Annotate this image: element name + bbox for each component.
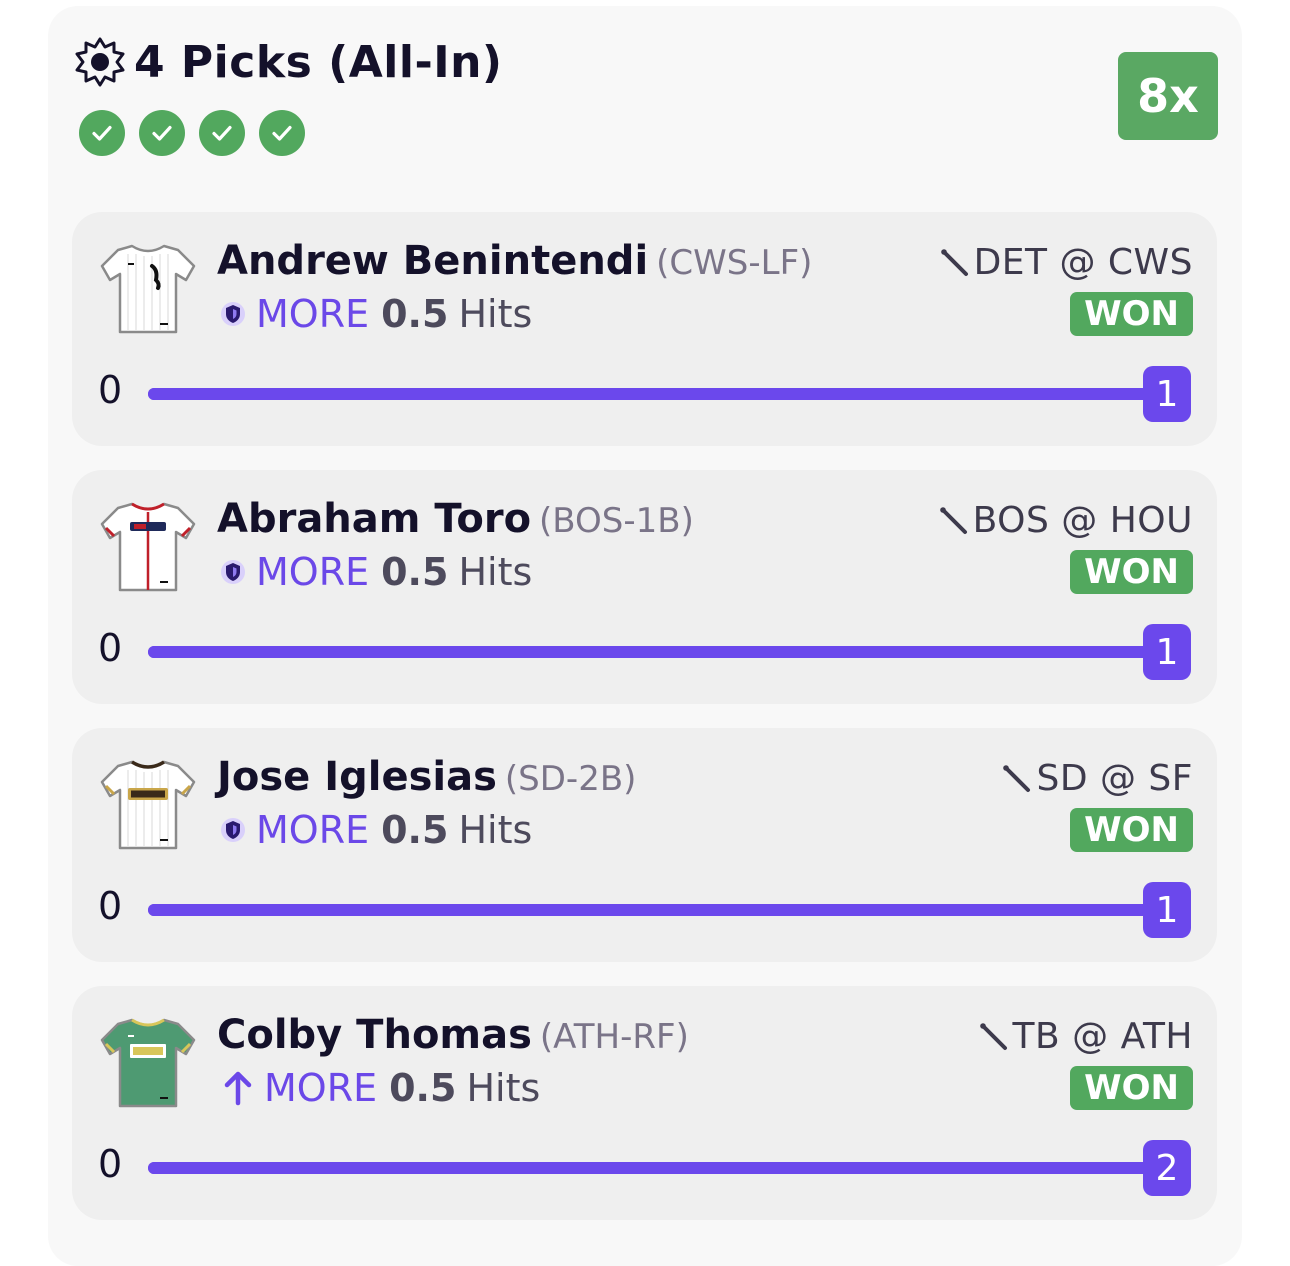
prop-stat: Hits — [458, 550, 533, 594]
prop-stat: Hits — [458, 808, 533, 852]
player-name: Jose Iglesias — [217, 754, 497, 800]
jersey-icon — [100, 244, 196, 334]
shield-icon — [221, 818, 245, 842]
pick-card[interactable]: Jose Iglesias (SD-2B) MORE 0.5 Hits SD @ … — [72, 728, 1217, 962]
title-row: 4 Picks (All-In) — [74, 36, 503, 88]
pick-card[interactable]: Colby Thomas (ATH-RF) MORE 0.5 Hits TB @ … — [72, 986, 1217, 1220]
result-badge: WON — [1070, 292, 1193, 336]
prop-line-value: 0.5 — [381, 550, 449, 594]
matchup-text: BOS @ HOU — [972, 500, 1193, 541]
check-icon — [199, 110, 245, 156]
player-name: Andrew Benintendi — [217, 238, 649, 284]
prop-stat: Hits — [466, 1066, 541, 1110]
matchup-text: TB @ ATH — [1012, 1016, 1193, 1057]
progress-track — [148, 388, 1158, 400]
progress-track — [148, 1162, 1158, 1174]
progress-track — [148, 904, 1158, 916]
prop-line: MORE 0.5 Hits — [220, 292, 532, 336]
progress-start-label: 0 — [98, 884, 123, 928]
jersey-icon — [100, 502, 196, 592]
sun-icon — [75, 37, 125, 87]
baseball-bat-icon — [940, 248, 968, 276]
matchup: SD @ SF — [1000, 758, 1193, 799]
shield-icon — [221, 302, 245, 326]
jersey-icon — [100, 1018, 196, 1108]
prop-direction: MORE — [256, 292, 370, 336]
pick-card[interactable]: Abraham Toro (BOS-1B) MORE 0.5 Hits BOS @… — [72, 470, 1217, 704]
matchup: DET @ CWS — [938, 242, 1193, 283]
progress-value-badge: 2 — [1143, 1140, 1191, 1196]
player-name: Abraham Toro — [217, 496, 532, 542]
progress-start-label: 0 — [98, 368, 123, 412]
result-badge: WON — [1070, 550, 1193, 594]
matchup: BOS @ HOU — [937, 500, 1193, 541]
progress-value-badge: 1 — [1143, 882, 1191, 938]
progress-start-label: 0 — [98, 626, 123, 670]
player-position: (CWS-LF) — [656, 243, 813, 283]
player-position: (BOS-1B) — [539, 501, 694, 541]
prop-line-value: 0.5 — [381, 808, 449, 852]
lineup-header: 4 Picks (All-In) 8x — [48, 6, 1242, 206]
prop-stat: Hits — [458, 292, 533, 336]
arrow-up-icon — [224, 1071, 252, 1106]
player-name-line: Jose Iglesias (SD-2B) — [217, 754, 636, 800]
progress-fill — [148, 646, 1158, 658]
matchup: TB @ ATH — [977, 1016, 1193, 1057]
progress-fill — [148, 388, 1158, 400]
jersey-icon — [100, 760, 196, 850]
prop-line-value: 0.5 — [389, 1066, 457, 1110]
baseball-bat-icon — [979, 1022, 1007, 1050]
shield-icon — [221, 560, 245, 584]
result-badge: WON — [1070, 808, 1193, 852]
prop-direction: MORE — [256, 550, 370, 594]
lineup-card: 4 Picks (All-In) 8x Andrew Benintendi (C… — [48, 6, 1242, 1266]
progress-value-badge: 1 — [1143, 366, 1191, 422]
progress-track — [148, 646, 1158, 658]
pick-status-icons — [79, 110, 319, 156]
progress-fill — [148, 1162, 1158, 1174]
check-icon — [139, 110, 185, 156]
player-name: Colby Thomas — [217, 1012, 532, 1058]
payout-multiplier-badge: 8x — [1118, 52, 1218, 140]
prop-line: MORE 0.5 Hits — [220, 808, 532, 852]
player-name-line: Andrew Benintendi (CWS-LF) — [217, 238, 812, 284]
player-position: (ATH-RF) — [539, 1017, 689, 1057]
progress-fill — [148, 904, 1158, 916]
player-name-line: Abraham Toro (BOS-1B) — [217, 496, 694, 542]
prop-direction: MORE — [256, 808, 370, 852]
baseball-bat-icon — [939, 506, 967, 534]
page-title: 4 Picks (All-In) — [134, 36, 503, 88]
prop-line: MORE 0.5 Hits — [220, 550, 532, 594]
result-badge: WON — [1070, 1066, 1193, 1110]
prop-line-value: 0.5 — [381, 292, 449, 336]
prop-direction: MORE — [264, 1066, 378, 1110]
progress-value-badge: 1 — [1143, 624, 1191, 680]
player-name-line: Colby Thomas (ATH-RF) — [217, 1012, 689, 1058]
progress-start-label: 0 — [98, 1142, 123, 1186]
matchup-text: DET @ CWS — [973, 242, 1193, 283]
baseball-bat-icon — [1003, 764, 1031, 792]
prop-line: MORE 0.5 Hits — [220, 1066, 540, 1110]
check-icon — [79, 110, 125, 156]
check-icon — [259, 110, 305, 156]
player-position: (SD-2B) — [504, 759, 637, 799]
pick-card[interactable]: Andrew Benintendi (CWS-LF) MORE 0.5 Hits … — [72, 212, 1217, 446]
matchup-text: SD @ SF — [1036, 758, 1193, 799]
